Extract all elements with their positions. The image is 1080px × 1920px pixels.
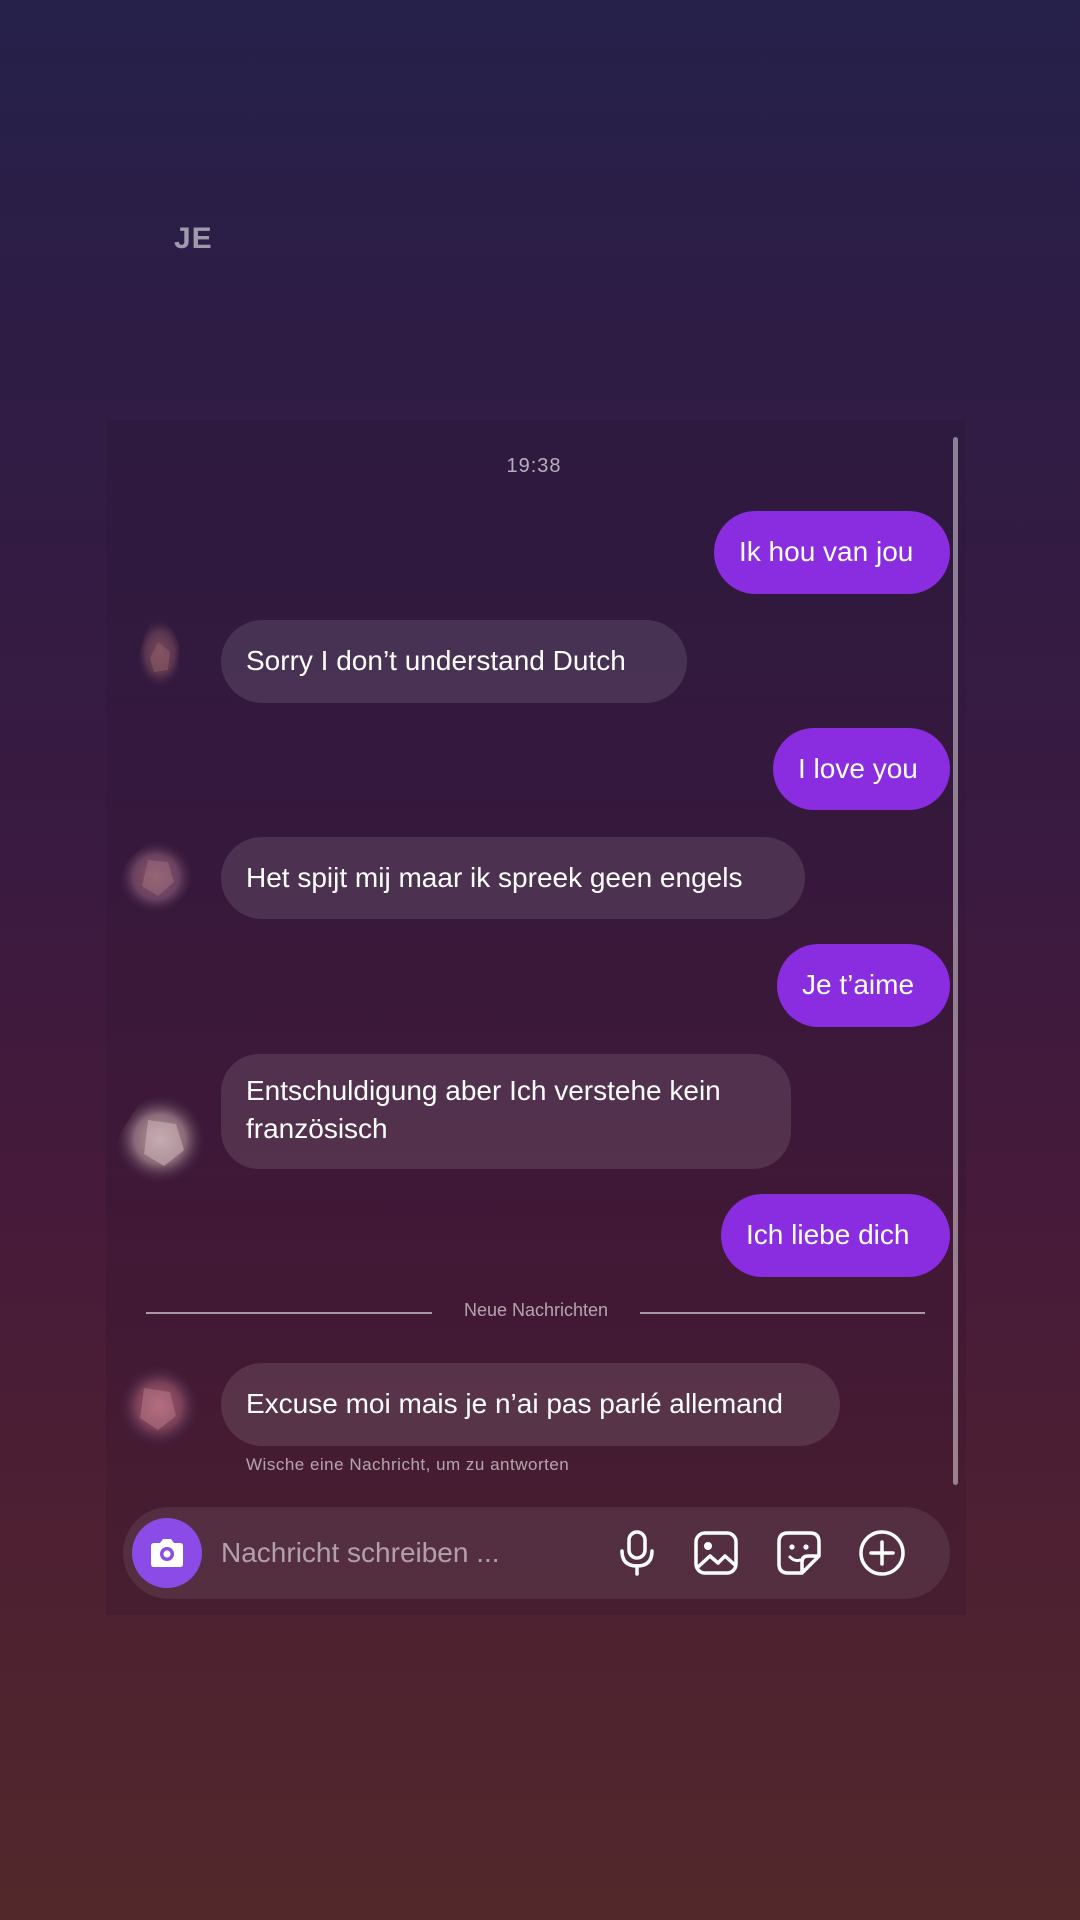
chat-scrollbar[interactable] — [953, 437, 958, 1485]
gallery-button[interactable] — [690, 1527, 742, 1579]
microphone-icon — [620, 1530, 654, 1576]
outgoing-message[interactable]: Je t’aime — [777, 944, 950, 1027]
incoming-message[interactable]: Entschuldigung aber Ich verstehe kein fr… — [221, 1054, 791, 1169]
new-messages-divider: Neue Nachrichten — [463, 1300, 609, 1320]
incoming-message[interactable]: Sorry I don’t understand Dutch — [221, 620, 687, 703]
message-composer — [123, 1507, 950, 1599]
divider-line-left — [146, 1312, 432, 1314]
message-timestamp: 19:38 — [506, 455, 562, 477]
gallery-icon — [694, 1531, 738, 1575]
outgoing-message[interactable]: Ik hou van jou — [714, 511, 950, 594]
divider-line-right — [640, 1312, 925, 1314]
sticker-button[interactable] — [773, 1527, 825, 1579]
swipe-reply-hint: Wische eine Nachricht, um zu antworten — [246, 1455, 570, 1474]
conversation-initials: JE — [174, 222, 213, 255]
incoming-message[interactable]: Excuse moi mais je n’ai pas parlé allema… — [221, 1363, 840, 1446]
voice-message-button[interactable] — [611, 1527, 663, 1579]
contact-avatar[interactable] — [104, 1350, 214, 1460]
contact-avatar[interactable] — [108, 830, 208, 930]
incoming-message[interactable]: Het spijt mij maar ik spreek geen engels — [221, 837, 805, 919]
more-options-button[interactable] — [856, 1527, 908, 1579]
outgoing-message[interactable]: I love you — [773, 728, 950, 810]
contact-avatar[interactable] — [104, 1080, 224, 1200]
plus-circle-icon — [859, 1530, 905, 1576]
camera-icon — [151, 1539, 183, 1567]
camera-button[interactable] — [132, 1518, 202, 1588]
message-input[interactable] — [221, 1531, 541, 1575]
sticker-icon — [777, 1531, 821, 1575]
contact-avatar[interactable] — [122, 612, 202, 692]
outgoing-message[interactable]: Ich liebe dich — [721, 1194, 950, 1277]
